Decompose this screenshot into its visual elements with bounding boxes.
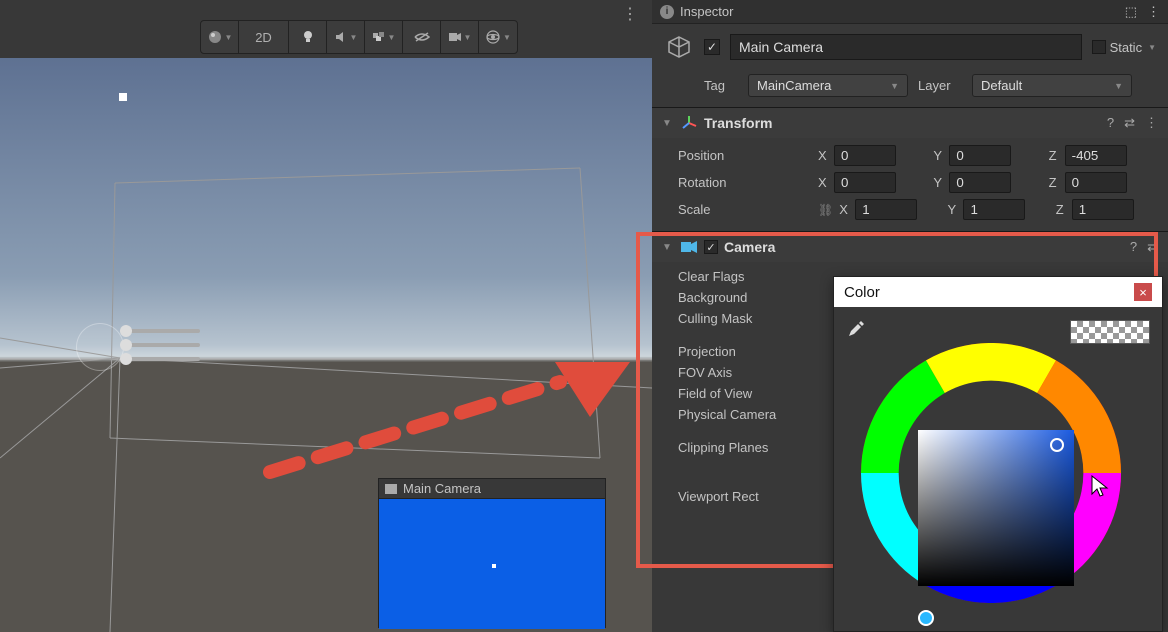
sphere-icon (207, 29, 223, 45)
position-x-field[interactable] (834, 145, 896, 166)
viewport-rect-label: Viewport Rect (678, 489, 818, 504)
eye-off-icon (414, 31, 430, 43)
scale-label: Scale (678, 202, 818, 217)
camera-enabled-checkbox[interactable]: ✓ (704, 240, 718, 254)
mouse-cursor-icon (1090, 474, 1110, 504)
dropdown-arrow-icon: ▼ (225, 33, 233, 42)
transform-icon (680, 114, 698, 132)
static-label: Static (1110, 40, 1143, 55)
scale-z-field[interactable] (1072, 199, 1134, 220)
static-checkbox[interactable]: Static ▼ (1092, 40, 1156, 55)
layer-label: Layer (918, 78, 962, 93)
gameobject-enabled-checkbox[interactable]: ✓ (704, 39, 720, 55)
dropdown-arrow-icon: ▼ (464, 33, 472, 42)
rotation-x-field[interactable] (834, 172, 896, 193)
field-of-view-label: Field of View (678, 386, 818, 401)
preset-icon[interactable]: ⇄ (1124, 115, 1135, 131)
shading-mode-button[interactable]: ▼ (201, 21, 239, 53)
transform-title: Transform (704, 115, 772, 131)
fx-icon (372, 30, 386, 44)
scene-toolbar: ▼ 2D ▼ ▼ ▼ ▼ (200, 20, 518, 54)
inspector-tab-title: Inspector (680, 4, 733, 19)
gameobject-name-field[interactable] (730, 34, 1082, 60)
camera-icon (448, 32, 462, 42)
camera-title: Camera (724, 239, 775, 255)
eyedropper-icon[interactable] (846, 319, 866, 344)
component-menu-icon[interactable]: ⋮ (1145, 115, 1158, 131)
visibility-toggle-button[interactable] (403, 21, 441, 53)
transform-handle[interactable] (119, 93, 127, 101)
preset-icon[interactable]: ⇄ (1147, 239, 1158, 255)
gameobject-header: ✓ Static ▼ (652, 24, 1168, 70)
scale-y-field[interactable] (963, 199, 1025, 220)
audio-toggle-button[interactable]: ▼ (327, 21, 365, 53)
dropdown-arrow-icon: ▼ (350, 33, 358, 42)
camera-toggle-button[interactable]: ▼ (441, 21, 479, 53)
foldout-icon[interactable]: ▼ (662, 242, 674, 253)
tag-label: Tag (704, 78, 738, 93)
gizmo-globe-icon (485, 29, 501, 45)
lock-icon[interactable]: ⬚ (1125, 4, 1137, 20)
cube-icon (664, 32, 694, 62)
2d-toggle-button[interactable]: 2D (239, 21, 289, 53)
background-label: Background (678, 290, 818, 305)
layer-dropdown[interactable]: Default▼ (972, 74, 1132, 97)
saturation-value-square[interactable] (918, 430, 1074, 586)
speaker-icon (334, 30, 348, 44)
info-icon: i (660, 5, 674, 19)
foldout-icon[interactable]: ▼ (662, 118, 674, 129)
position-y-field[interactable] (949, 145, 1011, 166)
preview-render (379, 499, 605, 629)
position-label: Position (678, 148, 818, 163)
camera-component-icon (680, 238, 698, 256)
rotation-y-field[interactable] (949, 172, 1011, 193)
lighting-toggle-button[interactable] (289, 21, 327, 53)
hue-cursor[interactable] (918, 610, 934, 626)
help-icon[interactable]: ? (1107, 115, 1114, 131)
rotation-label: Rotation (678, 175, 818, 190)
tag-dropdown[interactable]: MainCamera▼ (748, 74, 908, 97)
projection-label: Projection (678, 344, 818, 359)
color-picker-popup: Color × (833, 276, 1163, 632)
preview-header[interactable]: Main Camera (379, 479, 605, 499)
position-z-field[interactable] (1065, 145, 1127, 166)
camera-preview-panel: Main Camera (378, 478, 606, 628)
color-swatch[interactable] (1070, 320, 1150, 344)
dropdown-arrow-icon: ▼ (1148, 43, 1156, 52)
fx-toggle-button[interactable]: ▼ (365, 21, 403, 53)
preview-title: Main Camera (403, 481, 481, 496)
camera-icon (385, 484, 397, 494)
gizmo-toggle-button[interactable]: ▼ (479, 21, 517, 53)
fov-axis-label: FOV Axis (678, 365, 818, 380)
clear-flags-label: Clear Flags (678, 269, 818, 284)
sv-cursor[interactable] (1050, 438, 1064, 452)
color-picker-title: Color (844, 284, 880, 301)
transform-component: ▼ Transform ? ⇄ ⋮ Position X Y Z Rotat (652, 107, 1168, 231)
clipping-planes-label: Clipping Planes (678, 440, 818, 455)
dropdown-arrow-icon: ▼ (388, 33, 396, 42)
scene-menu-icon[interactable]: ⋮ (622, 4, 638, 24)
help-icon[interactable]: ? (1130, 239, 1137, 255)
scene-view: ⋮ ▼ 2D ▼ ▼ ▼ ▼ (0, 0, 652, 632)
link-icon[interactable]: ⛓ (818, 203, 833, 217)
inspector-tab[interactable]: i Inspector ⬚ ⋮ (652, 0, 1168, 24)
scale-x-field[interactable] (855, 199, 917, 220)
dropdown-arrow-icon: ▼ (503, 33, 511, 42)
rotation-z-field[interactable] (1065, 172, 1127, 193)
lightbulb-icon (301, 30, 315, 44)
panel-menu-icon[interactable]: ⋮ (1147, 4, 1160, 20)
physical-camera-label: Physical Camera (678, 407, 818, 422)
culling-mask-label: Culling Mask (678, 311, 818, 326)
close-icon[interactable]: × (1134, 283, 1152, 301)
